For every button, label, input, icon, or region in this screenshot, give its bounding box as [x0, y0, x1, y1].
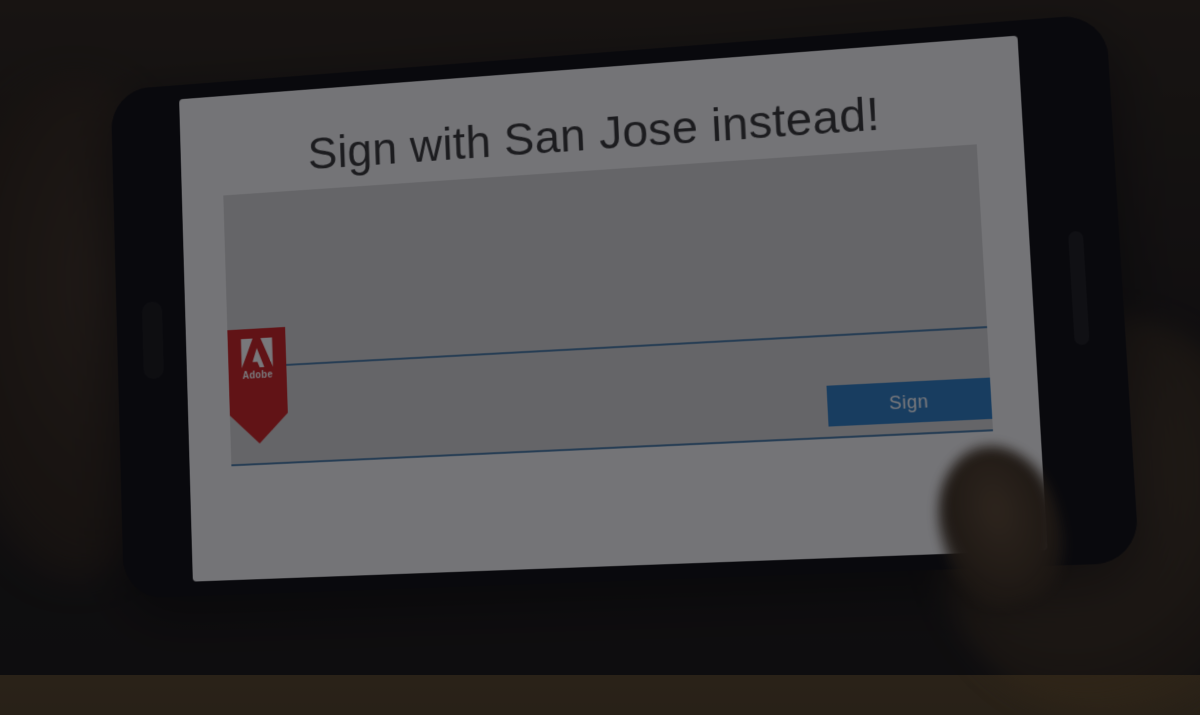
app-screen: Sign with San Jose instead! Adobe Sign: [179, 36, 1047, 582]
adobe-tag: Adobe: [227, 327, 288, 445]
phone-speaker: [1068, 231, 1090, 345]
signature-line: [228, 326, 987, 369]
signature-area[interactable]: Adobe Sign: [223, 144, 993, 466]
home-button[interactable]: [142, 301, 164, 379]
adobe-tag-body: Adobe: [227, 327, 287, 416]
adobe-logo-icon: [241, 337, 274, 368]
signature-baseline: [231, 429, 993, 466]
sign-button[interactable]: Sign: [826, 378, 992, 427]
adobe-label: Adobe: [242, 370, 273, 382]
adobe-tag-point: [230, 413, 289, 445]
